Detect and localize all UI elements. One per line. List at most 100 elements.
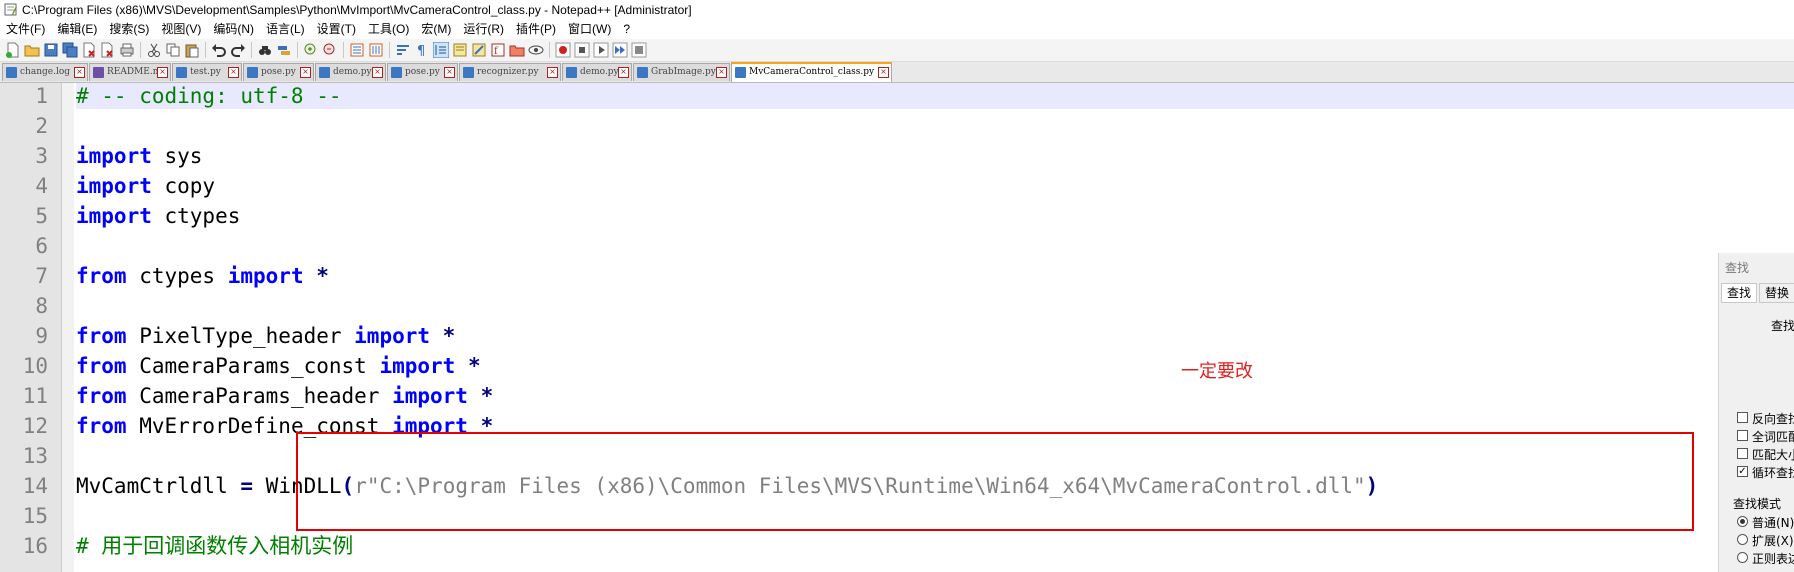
record-macro-icon[interactable] (555, 42, 571, 58)
file-tab-icon (319, 67, 330, 78)
indent-guide-icon[interactable] (433, 42, 449, 58)
tab-close-icon[interactable]: × (547, 67, 558, 78)
option-match-case-checkbox[interactable] (1737, 448, 1748, 459)
doc-map-icon[interactable] (471, 42, 487, 58)
code-line[interactable]: from ctypes import * (76, 263, 1794, 289)
tab-change-log[interactable]: change.log × (2, 63, 88, 81)
folder-workspace-icon[interactable] (509, 42, 525, 58)
fold-margin[interactable] (62, 83, 74, 572)
code-token: CameraParams_const (126, 354, 380, 378)
toolbar-separator (389, 42, 390, 58)
code-line[interactable]: import sys (76, 143, 1794, 169)
tab-close-icon[interactable]: × (444, 67, 455, 78)
toolbar-separator (297, 42, 298, 58)
code-line[interactable]: # 用于回调函数传入相机实例 (76, 533, 1794, 559)
save-all-icon[interactable] (62, 42, 78, 58)
find-icon[interactable] (257, 42, 273, 58)
tab-demo-py[interactable]: demo.py × (315, 63, 386, 81)
tab-demo-py-2[interactable]: demo.py × (562, 63, 632, 81)
tab-replace[interactable]: 替换 (1759, 283, 1794, 303)
tab-mvcameracontrol-class-py[interactable]: MvCameraControl_class.py × (731, 62, 892, 82)
code-line[interactable] (76, 233, 1794, 259)
play-macro-icon[interactable] (593, 42, 609, 58)
tab-close-icon[interactable]: × (878, 67, 889, 78)
mode-regex-radio[interactable] (1737, 552, 1748, 563)
tab-find[interactable]: 查找 (1721, 283, 1758, 303)
undo-icon[interactable] (211, 42, 227, 58)
menu-view[interactable]: 视图(V) (155, 20, 207, 39)
code-token: copy (151, 174, 216, 198)
option-wrap-around-checkbox[interactable]: ✓ (1737, 466, 1748, 477)
run-macro-multiple-icon[interactable] (612, 42, 628, 58)
tab-close-icon[interactable]: × (74, 67, 85, 78)
copy-icon[interactable] (165, 42, 181, 58)
cut-icon[interactable] (146, 42, 162, 58)
tab-pose-py-2[interactable]: pose.py × (387, 63, 458, 81)
code-token: MvCamCtrldll (76, 474, 241, 498)
close-file-icon[interactable] (81, 42, 97, 58)
tab-close-icon[interactable]: × (618, 67, 629, 78)
open-file-icon[interactable] (24, 42, 40, 58)
line-number: 13 (22, 444, 48, 468)
show-all-chars-icon[interactable]: ¶ (414, 42, 430, 58)
tab-grabimage-py[interactable]: GrabImage.py × (633, 63, 730, 81)
save-macro-icon[interactable] (631, 42, 647, 58)
stop-macro-icon[interactable] (574, 42, 590, 58)
file-tab-icon (637, 67, 648, 78)
code-line[interactable]: from PixelType_header import * (76, 323, 1794, 349)
monitoring-icon[interactable] (528, 42, 544, 58)
tab-close-icon[interactable]: × (300, 67, 311, 78)
code-line[interactable] (76, 113, 1794, 139)
menu-search[interactable]: 搜索(S) (103, 20, 155, 39)
menu-macro[interactable]: 宏(M) (415, 20, 457, 39)
sync-vertical-icon[interactable] (349, 42, 365, 58)
code-token: ctypes (151, 204, 241, 228)
keyword-token: import (354, 324, 431, 348)
option-whole-word-checkbox[interactable] (1737, 430, 1748, 441)
new-file-icon[interactable] (5, 42, 21, 58)
menu-window[interactable]: 窗口(W) (562, 20, 617, 39)
tab-readme[interactable]: README.md × (89, 63, 171, 81)
replace-icon[interactable] (276, 42, 292, 58)
mode-regex-label: 正则表达 (1752, 552, 1794, 566)
menu-tools[interactable]: 工具(O) (362, 20, 415, 39)
code-line[interactable]: # -- coding: utf-8 -- (76, 83, 1794, 109)
tab-close-icon[interactable]: × (157, 67, 168, 78)
option-reverse-checkbox[interactable] (1737, 412, 1748, 423)
mode-normal-radio[interactable] (1737, 516, 1748, 527)
menu-plugins[interactable]: 插件(P) (510, 20, 562, 39)
sync-horizontal-icon[interactable] (368, 42, 384, 58)
tab-close-icon[interactable]: × (372, 67, 383, 78)
redo-icon[interactable] (230, 42, 246, 58)
code-line[interactable] (76, 293, 1794, 319)
save-icon[interactable] (43, 42, 59, 58)
tab-recognizer-py[interactable]: recognizer.py × (459, 63, 561, 81)
user-defined-lang-icon[interactable] (452, 42, 468, 58)
code-line[interactable]: import ctypes (76, 203, 1794, 229)
line-number: 12 (22, 414, 48, 438)
print-icon[interactable] (119, 42, 135, 58)
paste-icon[interactable] (184, 42, 200, 58)
function-list-icon[interactable]: f (490, 42, 506, 58)
close-all-icon[interactable] (100, 42, 116, 58)
zoom-in-icon[interactable] (303, 42, 319, 58)
tab-test-py[interactable]: test.py × (172, 63, 242, 81)
menu-file[interactable]: 文件(F) (0, 20, 51, 39)
word-wrap-icon[interactable] (395, 42, 411, 58)
tab-pose-py[interactable]: pose.py × (243, 63, 314, 81)
menu-language[interactable]: 语言(L) (260, 20, 311, 39)
menu-edit[interactable]: 编辑(E) (51, 20, 103, 39)
zoom-out-icon[interactable] (322, 42, 338, 58)
menu-encoding[interactable]: 编码(N) (207, 20, 260, 39)
code-line[interactable]: from CameraParams_const import * (76, 353, 1794, 379)
keyword-token: import (76, 144, 152, 168)
tab-close-icon[interactable]: × (716, 67, 727, 78)
tab-close-icon[interactable]: × (228, 67, 239, 78)
menu-settings[interactable]: 设置(T) (311, 20, 362, 39)
code-line[interactable]: from CameraParams_header import * (76, 383, 1794, 409)
code-line[interactable]: import copy (76, 173, 1794, 199)
mode-extended-radio[interactable] (1737, 534, 1748, 545)
menu-run[interactable]: 运行(R) (457, 20, 510, 39)
menu-help[interactable]: ? (617, 20, 636, 39)
